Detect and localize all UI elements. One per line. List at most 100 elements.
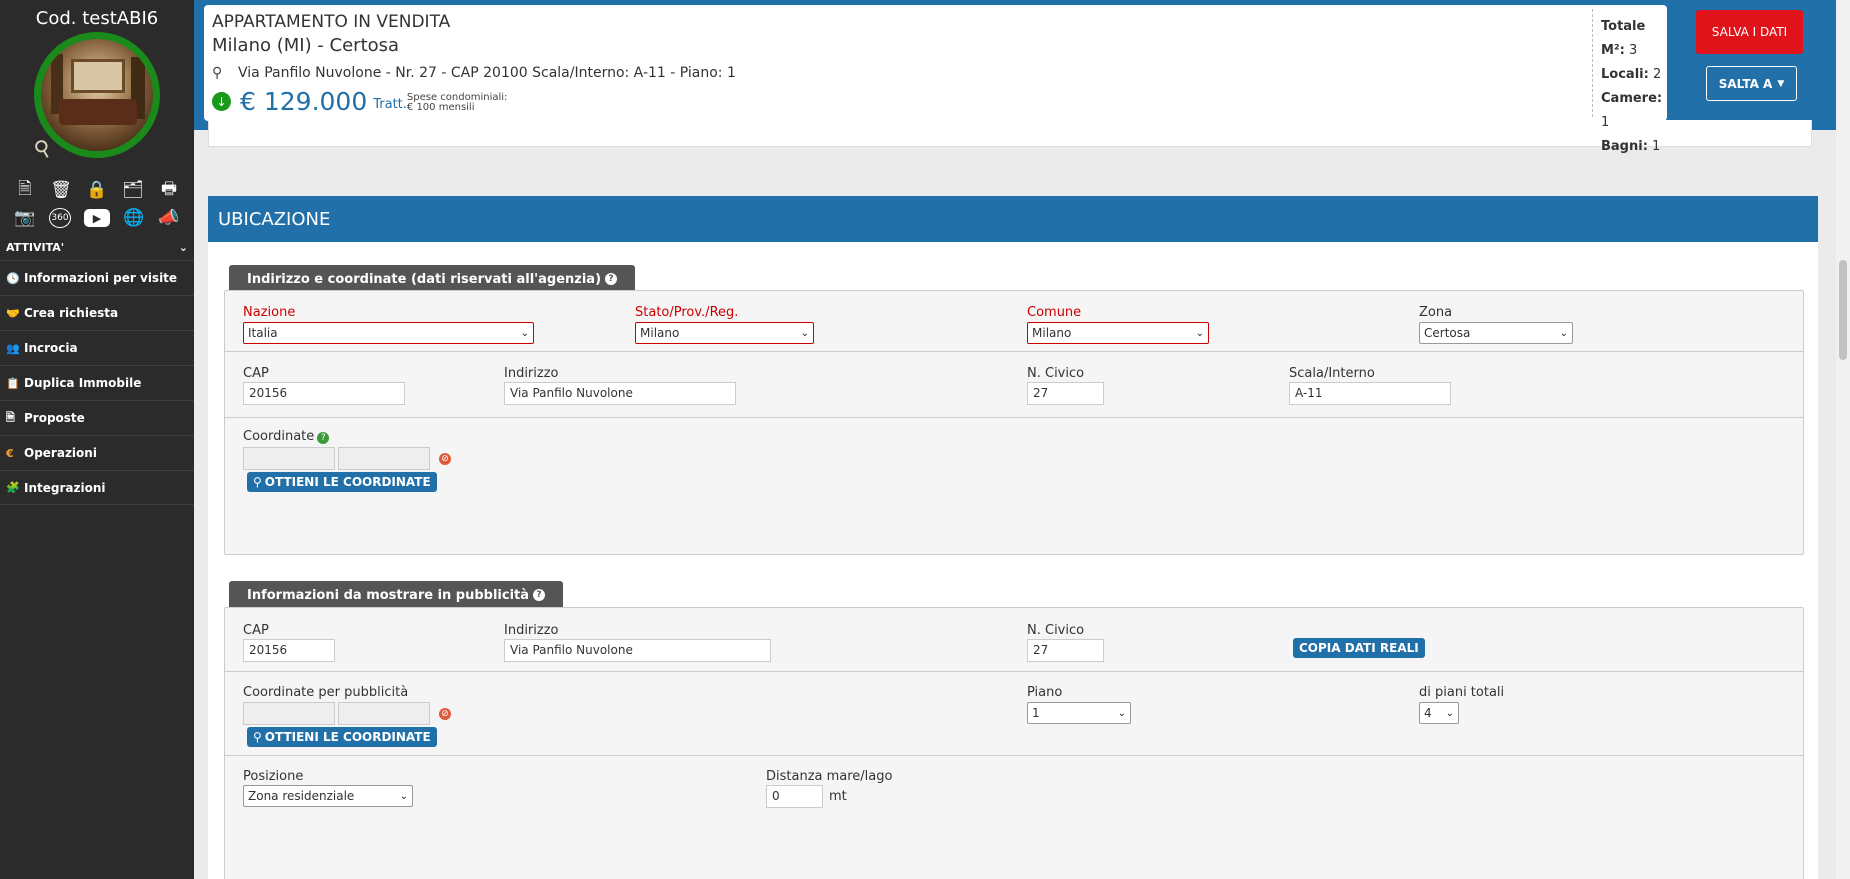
sidebar-item-label: Proposte [24,411,85,425]
piani-totali-select[interactable]: 4 ⌄ [1419,702,1459,724]
section-tab-agency-address: Indirizzo e coordinate (dati riservati a… [229,265,636,293]
nazione-select[interactable]: Italia ⌄ [243,322,534,344]
stat-bagni: Bagni: 1 [1601,139,1661,154]
latitude-input[interactable] [243,702,335,725]
clear-coordinates-icon[interactable]: ⊘ [439,453,451,465]
comune-select[interactable]: Milano ⌄ [1027,322,1209,344]
file-icon[interactable]: 🗎 [14,179,36,200]
camera-icon[interactable]: 📷 [14,208,36,228]
distanza-label: Distanza mare/lago [766,769,893,784]
sidebar-item-crea-richiesta[interactable]: 🤝 Crea richiesta [0,295,194,330]
arrow-down-icon: ↓ [212,92,231,111]
copy-icon: 📋 [6,376,20,390]
document-icon: 🗎 [6,410,15,424]
separator [225,351,1803,352]
condo-fees-value: € 100 mensili [406,101,475,113]
print-icon[interactable]: 🖶 [158,179,180,200]
section-title: Informazioni da mostrare in pubblicità [247,587,530,603]
youtube-icon[interactable]: ▶ [84,209,110,227]
nazione-label: Nazione [243,305,296,320]
piano-select[interactable]: 1 ⌄ [1027,702,1131,724]
get-coordinates-button[interactable]: ⚲ OTTIENI LE COORDINATE [247,472,437,492]
negotiable-label: Tratt. [373,97,407,112]
property-photo-wrap: ⚲ [30,32,160,164]
public-info-fieldset: CAP 20156 Indirizzo Via Panfilo Nuvolone… [224,607,1804,879]
help-icon[interactable]: ? [533,589,546,601]
section-tab-public-info: Informazioni da mostrare in pubblicità ? [229,581,564,609]
panel-title: UBICAZIONE [208,196,1818,242]
listing-address: Via Panfilo Nuvolone - Nr. 27 - CAP 2010… [238,65,736,81]
chevron-down-icon: ⌄ [1445,707,1454,719]
ubicazione-panel: UBICAZIONE Indirizzo e coordinate (dati … [208,196,1818,879]
sidebar-item-operazioni[interactable]: € Operazioni [0,435,194,470]
longitude-input[interactable] [338,447,430,470]
listing-title: APPARTAMENTO IN VENDITA [212,12,451,32]
separator [225,671,1803,672]
stat-totale: Totale M²: 3 [1601,19,1646,58]
coordinate-label: Coordinate? [243,429,330,444]
sidebar-item-label: Crea richiesta [24,306,119,320]
sidebar-menu: 🕓 Informazioni per visite 🤝 Crea richies… [0,260,194,505]
posizione-select[interactable]: Zona residenziale ⌄ [243,785,413,807]
property-code: Cod. testABI6 [35,8,159,29]
sidebar-item-informazioni-visite[interactable]: 🕓 Informazioni per visite [0,260,194,295]
comune-label: Comune [1027,305,1082,320]
separator [225,417,1803,418]
get-coordinates-button[interactable]: ⚲ OTTIENI LE COORDINATE [247,727,437,747]
piano-label: Piano [1027,685,1063,700]
longitude-input[interactable] [338,702,430,725]
property-summary-card: APPARTAMENTO IN VENDITA Milano (MI) - Ce… [204,5,1667,154]
stat-camere: Camere: 1 [1601,91,1663,130]
copy-real-data-button[interactable]: COPIA DATI REALI [1293,638,1425,658]
map-marker-icon: ⚲ [212,65,223,81]
handshake-icon: 🤝 [6,306,20,320]
activities-header[interactable]: ATTIVITA' ⌄ [0,234,194,260]
sidebar-item-incrocia[interactable]: 👥 Incrocia [0,330,194,365]
property-stats: Totale M²: 3 Locali: 2 Camere: 1 Bagni: … [1601,15,1667,159]
clear-coordinates-icon[interactable]: ⊘ [439,708,451,720]
help-icon[interactable]: ? [605,273,618,285]
condo-fees: Spese condominiali: € 100 mensili [406,92,508,113]
price-row: ↓ € 129.000 Tratt. Spese condominiali: €… [212,87,507,116]
megaphone-icon[interactable]: 📣 [158,208,180,228]
sidebar-item-proposte[interactable]: 🗎 Proposte [0,400,194,435]
indirizzo-input[interactable]: Via Panfilo Nuvolone [504,639,771,662]
jump-to-dropdown[interactable]: SALTA A ▼ [1706,66,1797,101]
scala-input[interactable]: A-11 [1289,382,1451,405]
stato-select[interactable]: Milano ⌄ [635,322,814,344]
360-icon[interactable]: 360 [49,208,71,228]
indirizzo-input[interactable]: Via Panfilo Nuvolone [504,382,736,405]
posizione-label: Posizione [243,769,304,784]
toolbar-row-1: 🗎 🗑 🔒 🗂 🖶 [0,178,194,202]
scrollbar-thumb[interactable] [1839,260,1847,360]
folder-open-icon[interactable]: 🗂 [122,180,144,200]
piani-totali-label: di piani totali [1419,685,1505,700]
distanza-input[interactable]: 0 [766,785,823,808]
latitude-input[interactable] [243,447,335,470]
globe-icon[interactable]: 🌐 [123,208,145,228]
listing-location: Milano (MI) - Certosa [212,35,400,56]
jump-to-label: SALTA A [1718,76,1773,91]
header-bar: APPARTAMENTO IN VENDITA Milano (MI) - Ce… [194,0,1836,154]
listing-address-row: ⚲ Via Panfilo Nuvolone - Nr. 27 - CAP 20… [212,65,736,81]
lock-icon[interactable]: 🔒 [86,180,108,200]
civico-input[interactable]: 27 [1027,382,1104,405]
civico-input[interactable]: 27 [1027,639,1104,662]
sidebar-item-integrazioni[interactable]: 🧩 Integrazioni [0,470,194,505]
cap-input[interactable]: 20156 [243,382,405,405]
chevron-down-icon: ⌄ [1195,327,1204,339]
activities-title: ATTIVITA' [6,240,65,254]
help-icon[interactable]: ? [317,432,330,444]
toolbar-row-2: 📷 360 ▶ 🌐 📣 [0,206,194,230]
zona-label: Zona [1419,305,1453,320]
cap-input[interactable]: 20156 [243,639,335,662]
page-scrollbar[interactable] [1836,0,1850,879]
save-button[interactable]: SALVA I DATI [1696,10,1803,54]
map-marker-icon: ⚲ [253,475,262,489]
zona-select[interactable]: Certosa ⌄ [1419,322,1573,344]
trash-icon[interactable]: 🗑 [50,180,72,200]
sidebar-item-duplica-immobile[interactable]: 📋 Duplica Immobile [0,365,194,400]
stato-label: Stato/Prov./Reg. [635,305,739,320]
stats-divider [1592,9,1593,117]
sidebar-item-label: Integrazioni [24,480,106,495]
